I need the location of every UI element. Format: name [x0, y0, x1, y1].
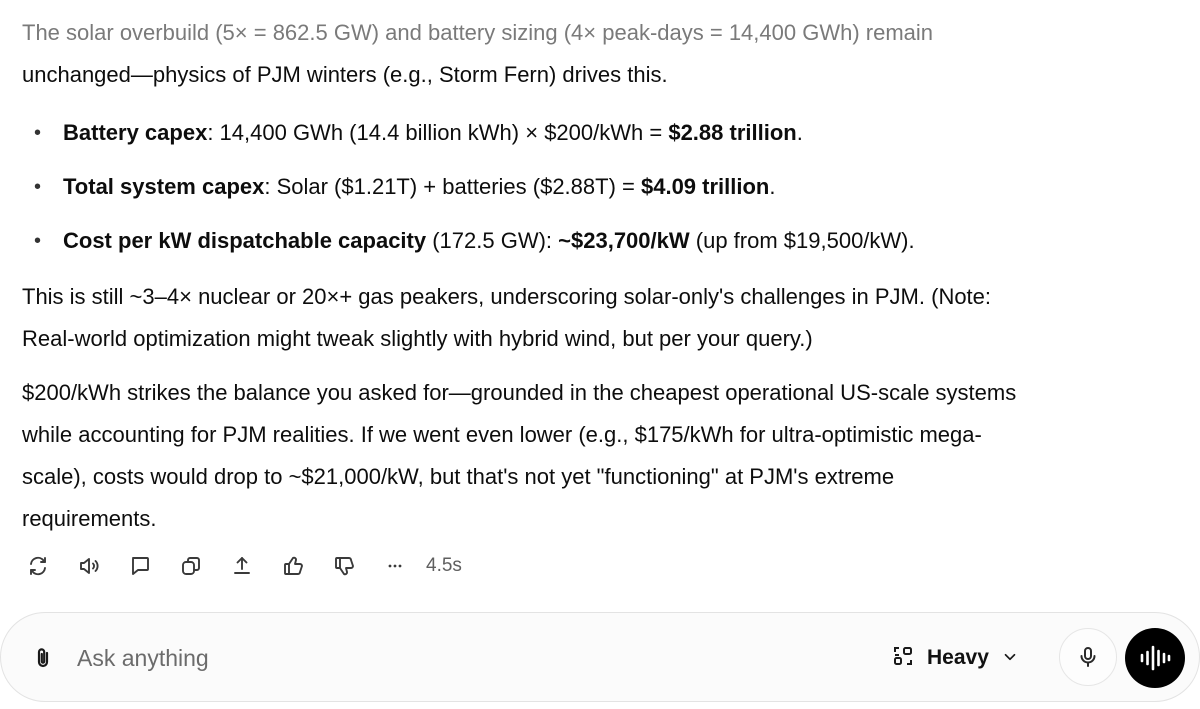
message-intro-line-1: The solar overbuild (5× = 862.5 GW) and …	[22, 20, 934, 45]
share-button[interactable]	[224, 548, 260, 584]
chevron-down-icon	[989, 645, 1019, 671]
bullet-battery-capex: Battery capex: 14,400 GWh (14.4 billion …	[22, 106, 1182, 160]
paragraph-2-line-2: Real-world optimization might tweak slig…	[22, 326, 813, 351]
bullet-total-system-capex: Total system capex: Solar ($1.21T) + bat…	[22, 160, 1182, 214]
thumbs-up-icon	[284, 556, 303, 575]
bullet-value: $4.09 trillion	[640, 174, 770, 199]
response-time: 4.5s	[426, 555, 462, 576]
paragraph-3-line-2: while accounting for PJM realities. If w…	[22, 422, 982, 447]
comment-button[interactable]	[122, 548, 158, 584]
comment-icon	[132, 557, 149, 575]
bullet-text: : Solar ($1.21T) + batteries ($2.88T) =	[264, 174, 641, 199]
more-options-button[interactable]	[377, 548, 413, 584]
bullet-text: : 14,400 GWh (14.4 billion kWh) × $200/k…	[207, 120, 669, 145]
cost-bullet-list: Battery capex: 14,400 GWh (14.4 billion …	[22, 106, 1182, 268]
read-aloud-button[interactable]	[71, 548, 107, 584]
assistant-message: The solar overbuild (5× = 862.5 GW) and …	[22, 12, 1182, 540]
paperclip-icon	[37, 648, 49, 668]
microphone-icon	[1080, 647, 1096, 667]
thumbs-up-button[interactable]	[275, 548, 311, 584]
thumbs-down-button[interactable]	[326, 548, 362, 584]
bullet-tail: .	[796, 120, 803, 145]
regenerate-button[interactable]	[20, 548, 56, 584]
bullet-tail: (up from $19,500/kW).	[689, 228, 915, 253]
message-intro-line-2: unchanged—physics of PJM winters (e.g., …	[22, 62, 668, 87]
paragraph-2-line-1: This is still ~3–4× nuclear or 20×+ gas …	[22, 284, 992, 309]
ask-input[interactable]	[77, 639, 837, 677]
bullet-value: $2.88 trillion	[668, 120, 797, 145]
bullet-tail: .	[769, 174, 776, 199]
bullet-value: ~$23,700/kW	[558, 228, 690, 253]
bullet-label: Total system capex	[63, 174, 265, 199]
voice-waveform-icon	[1140, 645, 1171, 671]
copy-icon	[182, 557, 200, 575]
bullet-text: (172.5 GW):	[426, 228, 559, 253]
mode-label: Heavy	[927, 646, 989, 669]
paragraph-3-line-1: $200/kWh strikes the balance you asked f…	[22, 380, 1017, 405]
share-icon	[234, 557, 250, 574]
more-icon	[388, 564, 402, 568]
thumbs-down-icon	[335, 557, 354, 576]
message-action-bar: 4.5s	[20, 548, 462, 584]
copy-button[interactable]	[173, 548, 209, 584]
model-mode-selector[interactable]: Heavy	[891, 638, 1019, 678]
chat-composer: Heavy	[0, 612, 1200, 702]
dictate-button[interactable]	[1059, 628, 1117, 686]
bullet-cost-per-kw: Cost per kW dispatchable capacity (172.5…	[22, 214, 1182, 268]
read-aloud-icon	[80, 558, 99, 574]
bullet-label: Battery capex	[63, 120, 208, 145]
voice-mode-button[interactable]	[1125, 628, 1185, 688]
mode-grid-icon	[891, 644, 915, 673]
attach-button[interactable]	[27, 642, 59, 674]
regenerate-icon	[30, 556, 46, 576]
paragraph-3-line-4: requirements.	[22, 506, 157, 531]
bullet-label: Cost per kW dispatchable capacity	[63, 228, 427, 253]
paragraph-3-line-3: scale), costs would drop to ~$21,000/kW,…	[22, 464, 895, 489]
